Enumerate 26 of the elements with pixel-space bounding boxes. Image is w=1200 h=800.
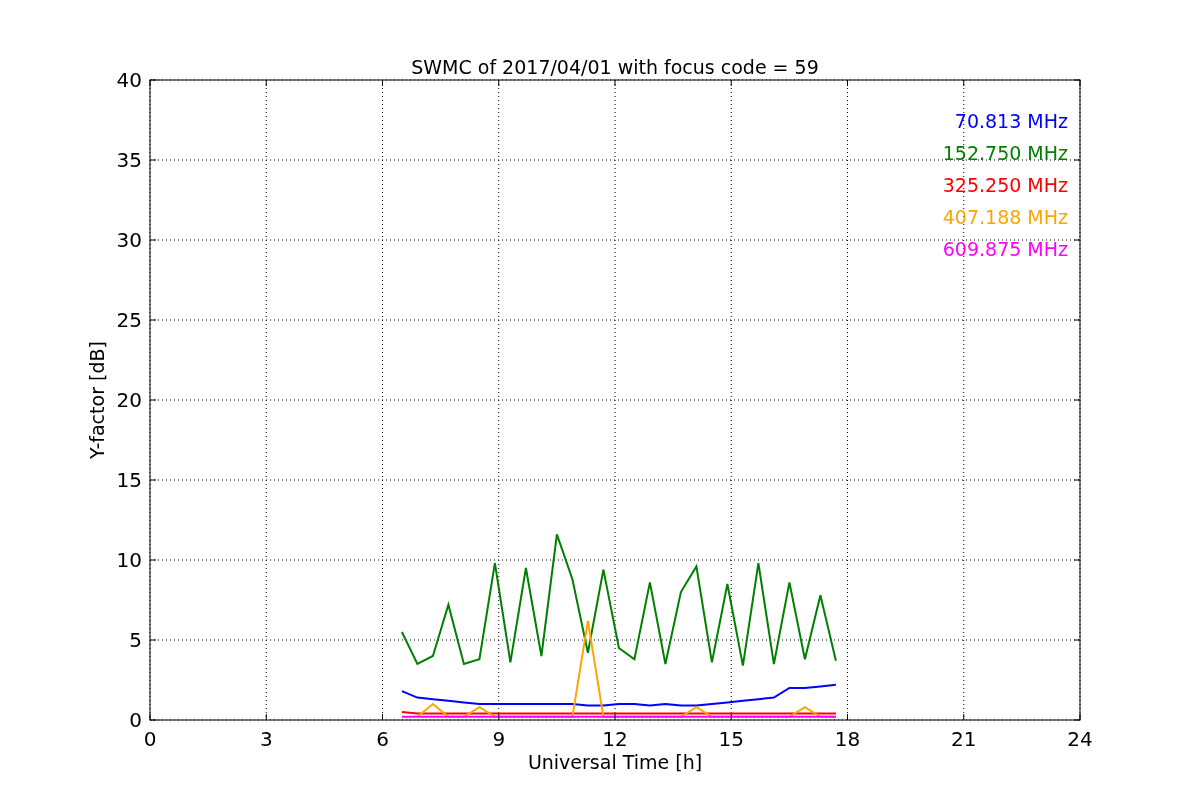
y-tick-label: 25 bbox=[116, 308, 142, 332]
x-tick-label: 0 bbox=[143, 727, 157, 751]
y-tick-label: 10 bbox=[116, 548, 142, 572]
y-tick-label: 5 bbox=[129, 628, 142, 652]
y-tick-label: 35 bbox=[116, 148, 142, 172]
y-axis-label: Y-factor [dB] bbox=[86, 341, 108, 459]
x-tick-label: 21 bbox=[951, 727, 977, 751]
x-tick-label: 9 bbox=[492, 727, 506, 751]
y-tick-label: 30 bbox=[116, 228, 142, 252]
x-tick-label: 24 bbox=[1067, 727, 1093, 751]
x-tick-label: 18 bbox=[834, 727, 861, 751]
legend-label: 407.188 MHz bbox=[942, 206, 1068, 228]
legend-label: 325.250 MHz bbox=[942, 174, 1068, 196]
x-tick-label: 12 bbox=[602, 727, 628, 751]
y-tick-label: 40 bbox=[116, 68, 142, 92]
y-tick-label: 0 bbox=[129, 708, 142, 732]
x-tick-label: 3 bbox=[259, 727, 273, 751]
x-tick-label: 15 bbox=[718, 727, 744, 751]
chart-title: SWMC of 2017/04/01 with focus code = 59 bbox=[411, 56, 819, 78]
x-axis-label: Universal Time [h] bbox=[527, 751, 703, 773]
legend-label: 70.813 MHz bbox=[954, 110, 1068, 132]
legend-label: 152.750 MHz bbox=[942, 142, 1068, 164]
y-tick-label: 15 bbox=[116, 468, 142, 492]
x-tick-label: 6 bbox=[376, 727, 389, 751]
y-tick-label: 20 bbox=[116, 388, 142, 412]
legend-label: 609.875 MHz bbox=[942, 238, 1068, 260]
